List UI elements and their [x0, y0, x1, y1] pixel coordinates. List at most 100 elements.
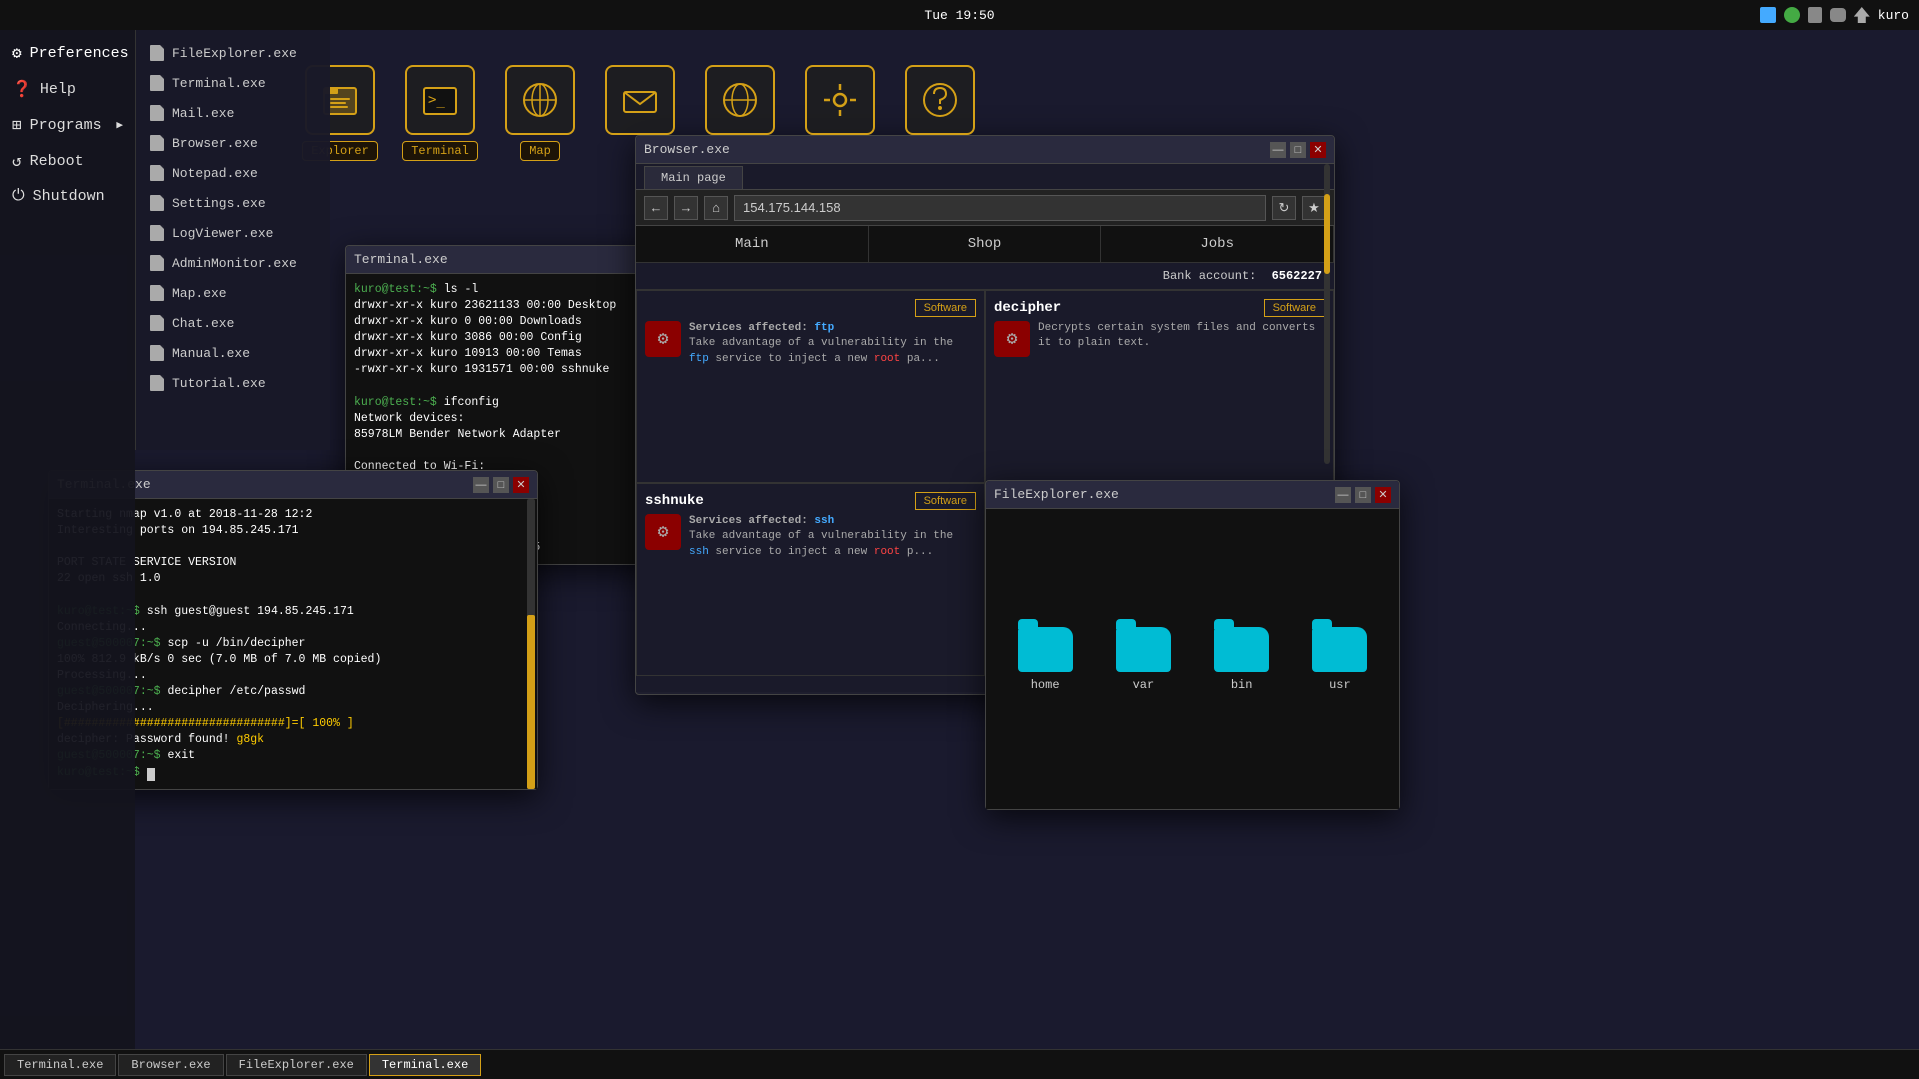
- browser-forward-button[interactable]: →: [674, 196, 698, 220]
- taskbar-item-terminal1[interactable]: Terminal.exe: [4, 1054, 116, 1076]
- dock-icon-map: [505, 65, 575, 135]
- dock-item-terminal[interactable]: >_ Terminal: [400, 65, 480, 161]
- app-list-item[interactable]: Terminal.exe: [136, 68, 330, 98]
- browser-refresh-button[interactable]: ↻: [1272, 196, 1296, 220]
- sidebar-item-help[interactable]: ❓ Help: [0, 71, 135, 107]
- dock-item-map[interactable]: Map: [500, 65, 580, 161]
- file-icon: [150, 105, 164, 121]
- app-list-item[interactable]: Browser.exe: [136, 128, 330, 158]
- browser-toolbar: ← → ⌂ ↻ ★: [636, 190, 1334, 226]
- dock-icon-settings: [805, 65, 875, 135]
- app-name: Chat.exe: [172, 316, 234, 331]
- app-list-item[interactable]: Manual.exe: [136, 338, 330, 368]
- sidebar-item-label-shutdown: Shutdown: [33, 188, 105, 205]
- dock-icon-mail: [605, 65, 675, 135]
- taskbar-item-browser[interactable]: Browser.exe: [118, 1054, 223, 1076]
- app-name: Map.exe: [172, 286, 227, 301]
- sidebar-item-reboot[interactable]: ↺ Reboot: [0, 143, 135, 179]
- taskbar: Terminal.exe Browser.exe FileExplorer.ex…: [0, 1049, 1919, 1079]
- terminal-bottom-controls: — □ ✕: [473, 477, 529, 493]
- terminal-mid-title: Terminal.exe: [354, 252, 448, 267]
- software-card-sshnuke-btn[interactable]: Software: [915, 492, 976, 510]
- taskbar-item-terminal2[interactable]: Terminal.exe: [369, 1054, 481, 1076]
- folder-icon-bin: [1214, 627, 1269, 672]
- sidebar-item-preferences[interactable]: ⚙ Preferences: [0, 35, 135, 71]
- app-list-item[interactable]: Chat.exe: [136, 308, 330, 338]
- browser-controls: — □ ✕: [1270, 142, 1326, 158]
- software-card-ftp-desc: ⚙ Services affected: ftp Take advantage …: [645, 321, 976, 367]
- software-icon-sshnuke: ⚙: [645, 514, 681, 550]
- app-name: Tutorial.exe: [172, 376, 266, 391]
- software-card-ftp-btn[interactable]: Software: [915, 299, 976, 317]
- app-list-item[interactable]: LogViewer.exe: [136, 218, 330, 248]
- terminal-bottom-maximize[interactable]: □: [493, 477, 509, 493]
- file-icon: [150, 255, 164, 271]
- browser-back-button[interactable]: ←: [644, 196, 668, 220]
- sidebar-item-label-help: Help: [40, 81, 76, 98]
- fileexp-maximize[interactable]: □: [1355, 487, 1371, 503]
- browser-close[interactable]: ✕: [1310, 142, 1326, 158]
- bank-value: 6562227: [1272, 269, 1322, 283]
- browser-home-button[interactable]: ⌂: [704, 196, 728, 220]
- browser-nav-bar: Main Shop Jobs: [636, 226, 1334, 263]
- folder-icon-home: [1018, 627, 1073, 672]
- software-card-decipher: decipher Software ⚙ Decrypts certain sys…: [985, 290, 1334, 483]
- app-name: Settings.exe: [172, 196, 266, 211]
- browser-minimize[interactable]: —: [1270, 142, 1286, 158]
- app-list-item[interactable]: Map.exe: [136, 278, 330, 308]
- app-list-item[interactable]: Tutorial.exe: [136, 368, 330, 398]
- file-icon: [150, 195, 164, 211]
- topbar-icon-chat: [1830, 8, 1846, 22]
- topbar-time: Tue 19:50: [924, 8, 994, 23]
- file-icon: [150, 285, 164, 301]
- fileexp-close[interactable]: ✕: [1375, 487, 1391, 503]
- topbar-icon-wifi: [1854, 7, 1870, 23]
- browser-nav-jobs[interactable]: Jobs: [1101, 226, 1334, 262]
- folder-item-home[interactable]: home: [1006, 627, 1084, 692]
- dock-label-terminal: Terminal: [402, 141, 478, 161]
- software-desc-text-decipher: Decrypts certain system files and conver…: [1038, 321, 1325, 352]
- topbar-icon-2: [1784, 7, 1800, 23]
- software-desc-text-ftp: Services affected: ftp Take advantage of…: [689, 321, 976, 367]
- folder-item-bin[interactable]: bin: [1203, 627, 1281, 692]
- sidebar-item-programs[interactable]: ⊞ Programs ▶: [0, 107, 135, 143]
- fileexp-minimize[interactable]: —: [1335, 487, 1351, 503]
- file-icon: [150, 225, 164, 241]
- taskbar-item-fileexplorer[interactable]: FileExplorer.exe: [226, 1054, 367, 1076]
- app-name: FileExplorer.exe: [172, 46, 297, 61]
- browser-bookmark-button[interactable]: ★: [1302, 196, 1326, 220]
- browser-maximize[interactable]: □: [1290, 142, 1306, 158]
- dock: Explorer >_ Terminal Map: [300, 65, 980, 161]
- dock-item-help2[interactable]: Help: [900, 65, 980, 161]
- terminal-bottom-minimize[interactable]: —: [473, 477, 489, 493]
- folder-icon-usr: [1312, 627, 1367, 672]
- browser-scroll-thumb[interactable]: [1324, 194, 1330, 274]
- app-list-item[interactable]: Mail.exe: [136, 98, 330, 128]
- browser-nav-main[interactable]: Main: [636, 226, 869, 262]
- folder-item-var[interactable]: var: [1104, 627, 1182, 692]
- terminal-bottom-close[interactable]: ✕: [513, 477, 529, 493]
- app-list-item[interactable]: FileExplorer.exe: [136, 38, 330, 68]
- dock-item-globe[interactable]: Web: [700, 65, 780, 161]
- folder-label-var: var: [1133, 678, 1155, 692]
- app-list-item[interactable]: Notepad.exe: [136, 158, 330, 188]
- dock-item-settings[interactable]: Settings: [800, 65, 880, 161]
- folder-item-usr[interactable]: usr: [1301, 627, 1379, 692]
- software-card-decipher-btn[interactable]: Software: [1264, 299, 1325, 317]
- dock-icon-globe: [705, 65, 775, 135]
- dock-item-mail[interactable]: Mail: [600, 65, 680, 161]
- software-icon-ftp: ⚙: [645, 321, 681, 357]
- software-card-sshnuke-header: sshnuke Software: [645, 492, 976, 510]
- app-name: LogViewer.exe: [172, 226, 273, 241]
- browser-scrollbar[interactable]: [1324, 164, 1330, 464]
- topbar-icon-clip: [1808, 7, 1822, 23]
- browser-nav-shop[interactable]: Shop: [869, 226, 1102, 262]
- software-card-sshnuke: sshnuke Software ⚙ Services affected: ss…: [636, 483, 985, 676]
- browser-url-input[interactable]: [734, 195, 1266, 221]
- software-card-ftp-header: Software: [645, 299, 976, 317]
- sidebar-item-shutdown[interactable]: ⏻ Shutdown: [0, 179, 135, 213]
- browser-tab-main[interactable]: Main page: [644, 166, 743, 189]
- file-icon: [150, 165, 164, 181]
- app-list-item[interactable]: Settings.exe: [136, 188, 330, 218]
- app-list-item[interactable]: AdminMonitor.exe: [136, 248, 330, 278]
